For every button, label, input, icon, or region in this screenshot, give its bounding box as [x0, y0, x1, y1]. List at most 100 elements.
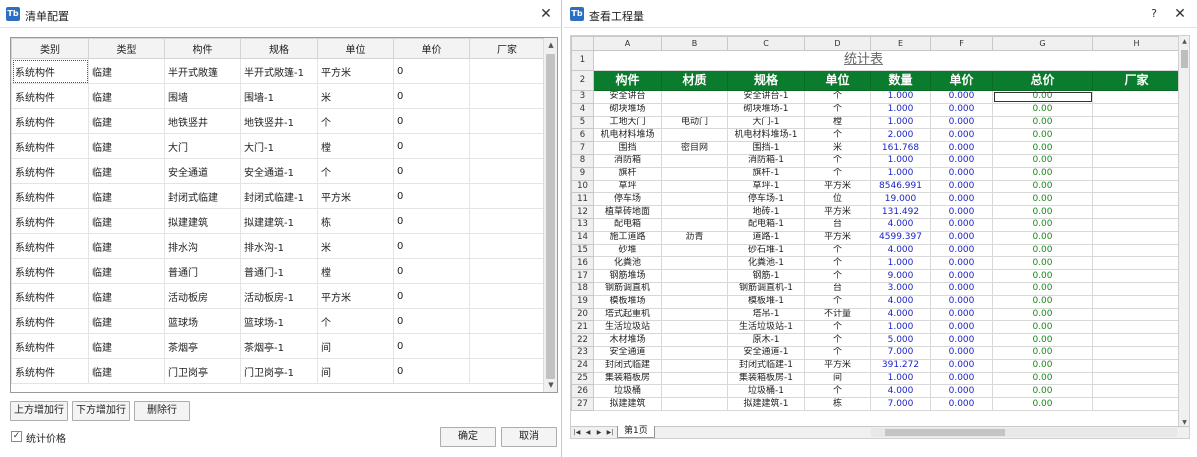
table-cell[interactable]: 地砖-1: [727, 205, 805, 219]
table-cell[interactable]: 系统构件: [11, 283, 89, 309]
table-cell[interactable]: [469, 158, 545, 184]
row-number[interactable]: 16: [571, 256, 594, 271]
table-cell[interactable]: 4.000: [870, 294, 931, 309]
table-cell[interactable]: 0.00: [992, 256, 1093, 271]
table-cell[interactable]: 大门-1: [727, 115, 805, 130]
table-cell[interactable]: 1.000: [870, 166, 931, 181]
row-number[interactable]: 17: [571, 269, 594, 283]
table-cell[interactable]: 0.000: [930, 256, 993, 271]
table-cell[interactable]: 停车场-1: [727, 192, 805, 207]
row-number[interactable]: 18: [571, 281, 594, 296]
table-cell[interactable]: 0.00: [992, 102, 1093, 117]
table-cell[interactable]: 0.00: [992, 397, 1093, 411]
row-number[interactable]: 19: [571, 294, 594, 309]
table-cell[interactable]: [1092, 333, 1181, 347]
table-cell[interactable]: [661, 320, 728, 335]
table-cell[interactable]: [1092, 179, 1181, 194]
table-cell[interactable]: 个: [804, 269, 871, 283]
table-cell[interactable]: 系统构件: [11, 133, 89, 159]
table-cell[interactable]: 个: [804, 128, 871, 143]
table-cell[interactable]: 0: [393, 283, 470, 309]
table-cell[interactable]: 0.000: [930, 192, 993, 207]
table-cell[interactable]: 模板堆-1: [727, 294, 805, 309]
table-cell[interactable]: 0.00: [992, 307, 1093, 322]
table-cell[interactable]: 临建: [88, 83, 165, 109]
ok-button[interactable]: 确定: [440, 427, 496, 447]
table-cell[interactable]: 0.00: [992, 141, 1093, 155]
table-cell[interactable]: 平方米: [804, 230, 871, 245]
table-cell[interactable]: 生活垃圾站-1: [727, 320, 805, 335]
table-cell[interactable]: 0: [393, 358, 470, 384]
table-cell[interactable]: [661, 166, 728, 181]
row-number[interactable]: 4: [571, 102, 594, 117]
table-row[interactable]: 26 垃圾桶 垃圾桶-1 个 4.000 0.000 0.00: [571, 384, 1181, 399]
table-cell[interactable]: 木材堆场: [593, 333, 662, 347]
table-cell[interactable]: 模板堆场: [593, 294, 662, 309]
table-cell[interactable]: 钢筋-1: [727, 269, 805, 283]
table-cell[interactable]: 0.000: [930, 358, 993, 373]
table-cell[interactable]: [469, 233, 545, 259]
table-cell[interactable]: 围挡: [593, 141, 662, 155]
table-cell[interactable]: [661, 153, 728, 168]
table-row[interactable]: 12 植草砖地面 地砖-1 平方米 131.492 0.000 0.00: [571, 205, 1181, 219]
table-row[interactable]: 20 塔式起重机 塔吊-1 不计量 4.000 0.000 0.00: [571, 307, 1181, 322]
table-cell[interactable]: 0.000: [930, 205, 993, 219]
column-letter[interactable]: E: [870, 36, 931, 51]
table-cell[interactable]: 临建: [88, 208, 165, 234]
table-cell[interactable]: 系统构件: [11, 308, 89, 334]
scroll-up-icon[interactable]: ▲: [1179, 36, 1189, 47]
table-cell[interactable]: 排水沟-1: [240, 233, 318, 259]
table-cell[interactable]: [661, 384, 728, 399]
table-row[interactable]: 8 消防箱 消防箱-1 个 1.000 0.000 0.00: [571, 153, 1181, 168]
table-cell[interactable]: 集装箱板房: [593, 371, 662, 386]
table-cell[interactable]: 0.000: [930, 128, 993, 143]
table-cell[interactable]: 砂堆: [593, 243, 662, 258]
table-cell[interactable]: 安全通道-1: [240, 158, 318, 184]
table-cell[interactable]: 系统构件: [11, 58, 89, 84]
sheet-hscrollbar[interactable]: [871, 428, 1177, 437]
table-cell[interactable]: [661, 192, 728, 207]
table-cell[interactable]: 4599.397: [870, 230, 931, 245]
prev-sheet-icon[interactable]: ◀: [583, 427, 593, 438]
table-cell[interactable]: 0.00: [992, 90, 1093, 104]
table-cell[interactable]: 个: [804, 243, 871, 258]
first-sheet-icon[interactable]: |◀: [572, 427, 582, 438]
close-icon[interactable]: ✕: [1171, 5, 1189, 23]
table-cell[interactable]: 系统构件: [11, 333, 89, 359]
row-number[interactable]: 6: [571, 128, 594, 143]
table-cell[interactable]: 半开式敞篷-1: [240, 58, 318, 84]
table-cell[interactable]: 排水沟: [164, 233, 241, 259]
table-cell[interactable]: 台: [804, 281, 871, 296]
table-cell[interactable]: 0: [393, 333, 470, 359]
table-cell[interactable]: 樘: [317, 258, 394, 284]
table-row[interactable]: 9 旗杆 旗杆-1 个 1.000 0.000 0.00: [571, 166, 1181, 181]
table-cell[interactable]: 个: [804, 256, 871, 271]
table-cell[interactable]: 0: [393, 158, 470, 184]
table-row[interactable]: 13 配电箱 配电箱-1 台 4.000 0.000 0.00: [571, 217, 1181, 232]
row-number[interactable]: 15: [571, 243, 594, 258]
table-row[interactable]: 系统构件 临建 地铁竖井 地铁竖井-1 个 0: [11, 108, 545, 134]
table-cell[interactable]: [1092, 230, 1181, 245]
row-number[interactable]: 25: [571, 371, 594, 386]
table-cell[interactable]: 封闭式临建-1: [727, 358, 805, 373]
table-cell[interactable]: 樘: [804, 115, 871, 130]
table-cell[interactable]: 篮球场-1: [240, 308, 318, 334]
table-cell[interactable]: 茶烟亭: [164, 333, 241, 359]
table-cell[interactable]: 系统构件: [11, 183, 89, 209]
table-cell[interactable]: 系统构件: [11, 83, 89, 109]
table-cell[interactable]: 不计量: [804, 307, 871, 322]
table-cell[interactable]: [1092, 281, 1181, 296]
column-header[interactable]: 单价: [393, 38, 470, 59]
table-cell[interactable]: 安全通道-1: [727, 345, 805, 360]
table-cell[interactable]: 茶烟亭-1: [240, 333, 318, 359]
table-cell[interactable]: 砌块堆场-1: [727, 102, 805, 117]
table-cell[interactable]: [1092, 217, 1181, 232]
table-vscrollbar[interactable]: ▲ ▼: [543, 38, 557, 392]
header-cell[interactable]: 规格: [727, 70, 805, 91]
header-cell[interactable]: 数量: [870, 70, 931, 91]
table-cell[interactable]: 0.000: [930, 345, 993, 360]
table-row[interactable]: 21 生活垃圾站 生活垃圾站-1 个 1.000 0.000 0.00: [571, 320, 1181, 335]
table-cell[interactable]: 0.000: [930, 281, 993, 296]
table-cell[interactable]: 普通门: [164, 258, 241, 284]
table-row[interactable]: 系统构件 临建 篮球场 篮球场-1 个 0: [11, 308, 545, 334]
